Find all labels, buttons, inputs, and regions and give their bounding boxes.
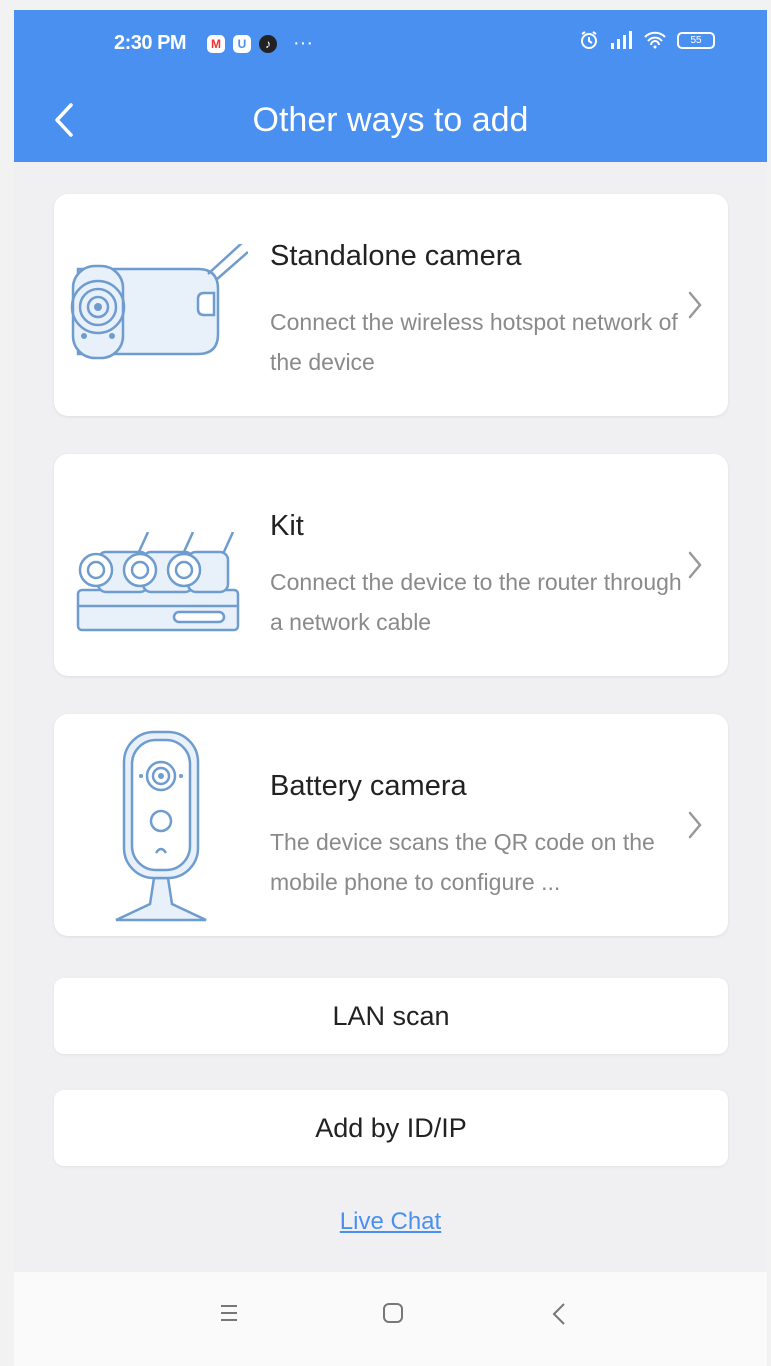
- standalone-camera-icon: [70, 244, 248, 360]
- live-chat-link[interactable]: Live Chat: [14, 1208, 767, 1236]
- status-bar: 2:30 PM M U ♪ ··· 55: [14, 10, 767, 80]
- chevron-right-icon: [688, 551, 702, 579]
- option-title: Standalone camera: [270, 240, 522, 272]
- option-description: Connect the device to the router through…: [270, 569, 682, 635]
- option-description: Connect the wireless hotspot network of …: [270, 309, 678, 375]
- option-title: Battery camera: [270, 770, 467, 802]
- option-description: The device scans the QR code on the mobi…: [270, 829, 655, 895]
- wifi-icon: [644, 31, 666, 49]
- notification-icons: M U ♪ ···: [207, 32, 313, 55]
- signal-icon: [611, 31, 632, 49]
- option-kit[interactable]: Kit Connect the device to the router thr…: [54, 454, 728, 676]
- header: 2:30 PM M U ♪ ··· 55 Other ways to add: [14, 10, 767, 162]
- option-battery-camera[interactable]: Battery camera The device scans the QR c…: [54, 714, 728, 936]
- chevron-right-icon: [688, 291, 702, 319]
- page-title: Other ways to add: [252, 101, 529, 139]
- battery-camera-icon: [115, 730, 207, 922]
- lan-scan-button[interactable]: LAN scan: [54, 978, 728, 1054]
- option-title: Kit: [270, 510, 304, 542]
- system-navigation-bar: [14, 1272, 767, 1366]
- alarm-icon: [581, 31, 597, 49]
- status-indicators: 55: [579, 30, 715, 50]
- more-notifications-icon: ···: [293, 32, 313, 54]
- option-standalone-camera[interactable]: Standalone camera Connect the wireless h…: [54, 194, 728, 416]
- battery-icon: 55: [677, 31, 715, 49]
- add-by-id-ip-button[interactable]: Add by ID/IP: [54, 1090, 728, 1166]
- home-icon[interactable]: [382, 1302, 404, 1324]
- back-icon[interactable]: [552, 1302, 566, 1326]
- app-u-icon: U: [233, 34, 251, 53]
- chevron-right-icon: [688, 811, 702, 839]
- kit-nvr-icon: [76, 532, 240, 632]
- app-screen: 2:30 PM M U ♪ ··· 55 Other ways to add S…: [14, 10, 767, 1366]
- gmail-icon: M: [207, 34, 225, 53]
- tiktok-icon: ♪: [259, 34, 277, 53]
- menu-icon[interactable]: [220, 1302, 238, 1324]
- status-time: 2:30 PM: [114, 32, 187, 54]
